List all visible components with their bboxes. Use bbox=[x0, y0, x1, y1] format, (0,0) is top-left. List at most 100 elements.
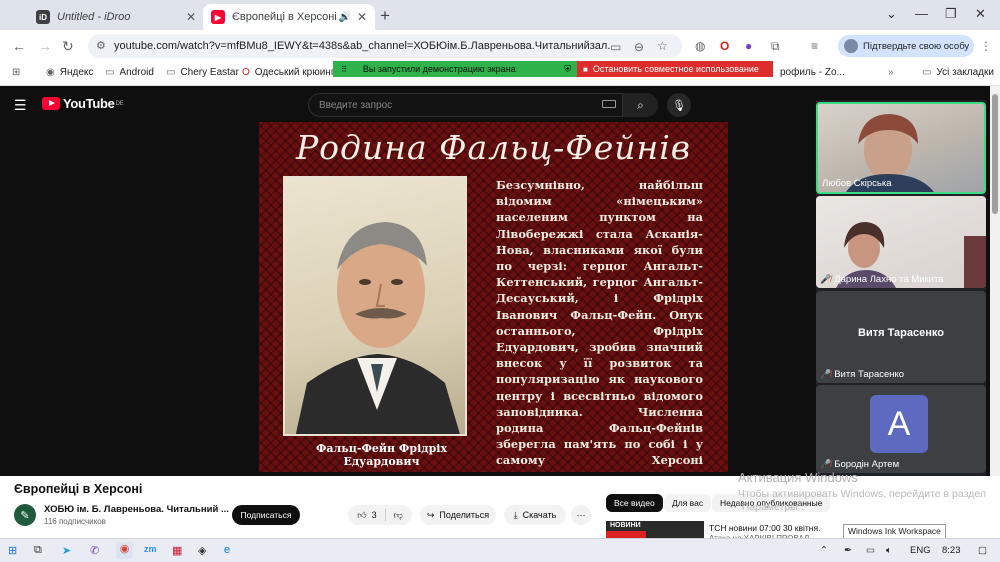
edge-icon[interactable]: e bbox=[224, 544, 230, 556]
page-scrollbar[interactable] bbox=[990, 86, 1000, 476]
reload-icon[interactable]: ↻ bbox=[62, 38, 74, 55]
thumbs-down-icon: 👎︎ bbox=[393, 509, 403, 520]
back-icon[interactable]: ← bbox=[12, 38, 26, 54]
recommended-thumbnail[interactable]: НОВИНИ bbox=[606, 521, 704, 538]
more-bookmarks-icon[interactable]: » bbox=[888, 67, 899, 78]
stop-sharing-button[interactable]: ■ Остановить совместное использование bbox=[577, 61, 773, 77]
participant-center-name: Витя Тарасенко bbox=[858, 327, 944, 339]
minimize-icon[interactable]: — bbox=[915, 6, 928, 21]
opera-extension-icon[interactable]: O bbox=[720, 39, 729, 53]
tab-search-icon[interactable]: ⌄ bbox=[886, 6, 897, 22]
close-tab-icon[interactable]: ✕ bbox=[357, 10, 367, 24]
volume-icon[interactable]: 🔈︎ bbox=[886, 545, 892, 556]
participant-tile[interactable]: A 🎤̸ Бородін Артем bbox=[816, 385, 986, 473]
portrait-drawing bbox=[295, 222, 460, 434]
language-indicator[interactable]: ENG bbox=[910, 545, 931, 556]
channel-avatar[interactable]: ✎ bbox=[14, 504, 36, 526]
pen-workspace-icon[interactable]: ✒ bbox=[844, 545, 852, 556]
task-view-icon[interactable]: ⧉ bbox=[34, 544, 42, 557]
youtube-play-icon bbox=[42, 97, 60, 110]
recommended-title[interactable]: ТСН новини 07:00 30 квітня. bbox=[709, 523, 820, 533]
dislike-button[interactable]: 👎︎ bbox=[394, 510, 403, 521]
bookmark-yandex[interactable]: ◉ Яндекс bbox=[46, 67, 93, 78]
translate-icon[interactable]: ◍ bbox=[695, 39, 705, 53]
hamburger-menu-icon[interactable]: ☰ bbox=[14, 97, 27, 114]
slide-title: Родина Фальц-Фейнів bbox=[295, 128, 692, 167]
all-bookmarks[interactable]: ▭ Усі закладки bbox=[922, 67, 994, 78]
browser-menu-icon[interactable]: ⋮ bbox=[980, 39, 992, 53]
download-button[interactable]: ⤓ Скачать bbox=[504, 505, 566, 525]
search-button[interactable]: ⌕ bbox=[622, 93, 658, 117]
subscribe-button[interactable]: Подписаться bbox=[232, 505, 300, 525]
video-frame-slide[interactable]: Родина Фальц-Фейнів Безсумнівно, найбіль… bbox=[259, 122, 728, 472]
like-button[interactable]: 👍︎ 3 bbox=[357, 510, 376, 521]
start-icon[interactable]: ⊞ bbox=[8, 544, 17, 557]
network-icon[interactable]: ▭ bbox=[866, 545, 875, 556]
close-tab-icon[interactable]: ✕ bbox=[186, 10, 196, 24]
chrome-icon[interactable]: ◉ bbox=[116, 542, 133, 559]
close-window-icon[interactable]: ✕ bbox=[975, 6, 986, 22]
participant-tile[interactable]: 🎤̸ Дарина Лахно та Микита bbox=[816, 196, 986, 288]
stop-sharing-label: Остановить совместное использование bbox=[592, 64, 759, 74]
extensions-puzzle-icon[interactable]: ⧉ bbox=[771, 39, 780, 54]
viber-icon[interactable]: ✆ bbox=[90, 544, 99, 557]
tray-expand-icon[interactable]: ⌃ bbox=[820, 545, 828, 556]
participant-name-label: Дарина Лахно та Микита bbox=[834, 274, 944, 285]
drag-handle-icon[interactable]: ⠿ bbox=[341, 65, 347, 74]
bookmark-crewing[interactable]: O Одеський крюинг bbox=[242, 67, 334, 78]
bookmark-label: Chery Eastar bbox=[180, 67, 239, 78]
download-label: Скачать bbox=[522, 510, 557, 520]
subscriber-count: 116 подписчиков bbox=[44, 517, 106, 526]
more-actions-button[interactable]: ⋯ bbox=[571, 505, 591, 525]
participant-tile[interactable]: Любов Скірська bbox=[816, 102, 986, 194]
scrollbar-thumb[interactable] bbox=[992, 94, 998, 214]
clock[interactable]: 8:23 bbox=[942, 545, 961, 556]
video-title: Європейці в Херсоні bbox=[14, 482, 143, 496]
keyboard-icon[interactable] bbox=[602, 100, 616, 108]
bookmark-star-icon[interactable]: ☆ bbox=[657, 39, 668, 53]
bookmark-profile[interactable]: рофиль - Zo... bbox=[780, 67, 845, 78]
restore-icon[interactable]: ❐ bbox=[945, 6, 957, 22]
zoom-app-icon[interactable]: zm bbox=[144, 544, 157, 554]
bookmark-chery[interactable]: ▭ Chery Eastar bbox=[166, 67, 239, 78]
forward-icon[interactable]: → bbox=[38, 38, 52, 54]
notifications-icon[interactable]: ▢ bbox=[978, 545, 987, 556]
game-icon[interactable]: ◈ bbox=[198, 544, 206, 557]
voice-search-icon[interactable]: 🎙 bbox=[667, 93, 691, 117]
site-info-icon[interactable]: ⚙ bbox=[96, 39, 106, 52]
address-bar[interactable]: ⚙ youtube.com/watch?v=mfBMu8_IEWY&t=438s… bbox=[88, 34, 682, 58]
reading-list-icon[interactable]: ≡ bbox=[811, 39, 818, 53]
channel-name[interactable]: ХОБЮ ім. Б. Лавреньова. Читальний ... bbox=[44, 504, 229, 515]
apps-grid-icon[interactable]: ⊞ bbox=[12, 67, 25, 78]
portrait-image bbox=[283, 176, 467, 436]
participant-tile[interactable]: Витя Тарасенко 🎤̸ Витя Тарасенко bbox=[816, 291, 986, 383]
bookmark-android[interactable]: ▭ Android bbox=[105, 67, 154, 78]
participant-name: Любов Скірська bbox=[822, 178, 892, 189]
tab-youtube[interactable]: ▶ Європейці в Херсоні - YouTube 🔊 ✕ bbox=[203, 4, 375, 30]
new-tab-icon[interactable]: + bbox=[380, 6, 390, 26]
flag-app-icon[interactable]: ▦ bbox=[172, 544, 182, 557]
opera-icon: O bbox=[242, 67, 250, 78]
extension-icon[interactable]: ● bbox=[745, 39, 752, 53]
participant-name-label: Витя Тарасенко bbox=[834, 369, 905, 380]
folder-icon: ▭ bbox=[105, 67, 115, 78]
share-label: Поделиться bbox=[439, 510, 490, 520]
participant-name: 🎤̸ Витя Тарасенко bbox=[820, 369, 904, 380]
search-icon: ⌕ bbox=[637, 97, 644, 112]
zoom-icon[interactable]: ⊖ bbox=[634, 40, 644, 54]
youtube-logo[interactable]: YouTube DE bbox=[42, 96, 124, 111]
participant-name: 🎤̸ Бородін Артем bbox=[820, 459, 899, 470]
chip-for-you[interactable]: Для вас bbox=[664, 494, 712, 512]
tab-idroo[interactable]: iD Untitled - iDroo ✕ bbox=[28, 4, 204, 30]
telegram-icon[interactable]: ➤ bbox=[62, 544, 71, 557]
profile-verify-button[interactable]: Підтвердьте свою особу bbox=[838, 35, 974, 57]
bookmark-label: Одеський крюинг bbox=[254, 67, 335, 78]
cast-icon[interactable]: ▭ bbox=[610, 40, 621, 54]
chip-all[interactable]: Все видео bbox=[606, 494, 663, 512]
share-button[interactable]: ↪ Поделиться bbox=[420, 505, 496, 525]
audio-playing-icon[interactable]: 🔊 bbox=[338, 12, 350, 23]
participants-panel: Любов Скірська 🎤̸ Дарина Лахно та Микита … bbox=[816, 100, 986, 476]
thumbnail-banner bbox=[606, 531, 646, 538]
idroo-favicon-icon: iD bbox=[36, 10, 50, 24]
tab-title: Європейці в Херсоні - YouTube bbox=[232, 11, 338, 23]
